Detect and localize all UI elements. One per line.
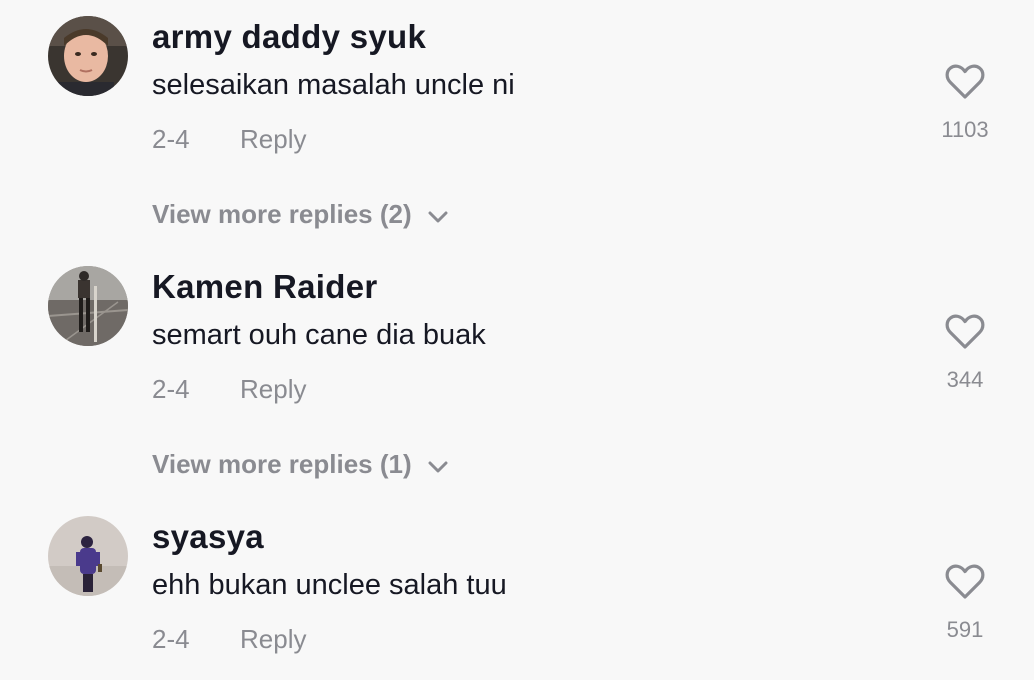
like-button[interactable]: [945, 314, 985, 350]
like-button[interactable]: [945, 64, 985, 100]
comment-meta: 2-4 Reply: [152, 374, 306, 405]
reply-button[interactable]: Reply: [240, 624, 306, 655]
comment-date: 2-4: [152, 374, 190, 404]
chevron-down-icon: [428, 211, 448, 222]
comment-date: 2-4: [152, 124, 190, 154]
comment-date: 2-4: [152, 624, 190, 654]
comment-meta: 2-4 Reply: [152, 624, 306, 655]
avatar[interactable]: [48, 516, 128, 596]
view-more-replies-button[interactable]: View more replies (2): [152, 199, 448, 230]
reply-button[interactable]: Reply: [240, 374, 306, 405]
heart-outline-icon: [945, 64, 985, 99]
comment-item: syasya ehh bukan unclee salah tuu 2-4 Re…: [0, 500, 1034, 680]
like-count: 1103: [941, 117, 989, 142]
like-count: 591: [946, 617, 984, 642]
username[interactable]: Kamen Raider: [152, 268, 378, 306]
comment-text: semart ouh cane dia buak: [152, 319, 486, 351]
username[interactable]: syasya: [152, 518, 264, 556]
chevron-down-icon: [428, 461, 448, 472]
comment-text: selesaikan masalah uncle ni: [152, 69, 515, 101]
avatar[interactable]: [48, 266, 128, 346]
heart-outline-icon: [945, 564, 985, 599]
comment-item: Kamen Raider semart ouh cane dia buak 2-…: [0, 250, 1034, 500]
view-more-label: View more replies (2): [152, 199, 412, 229]
avatar-photo: [48, 266, 128, 346]
comment-meta: 2-4 Reply: [152, 124, 306, 155]
reply-button[interactable]: Reply: [240, 124, 306, 155]
comment-text: ehh bukan unclee salah tuu: [152, 569, 507, 601]
view-more-label: View more replies (1): [152, 449, 412, 479]
heart-outline-icon: [945, 314, 985, 349]
avatar-photo: [48, 16, 128, 96]
avatar[interactable]: [48, 16, 128, 96]
like-count: 344: [946, 367, 984, 392]
username[interactable]: army daddy syuk: [152, 18, 426, 56]
like-button[interactable]: [945, 564, 985, 600]
comment-item: army daddy syuk selesaikan masalah uncle…: [0, 0, 1034, 250]
avatar-photo: [48, 516, 128, 596]
view-more-replies-button[interactable]: View more replies (1): [152, 449, 448, 480]
